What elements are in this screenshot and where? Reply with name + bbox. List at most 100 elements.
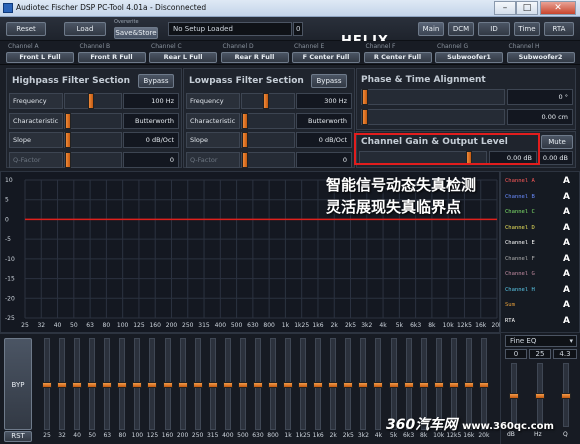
highpass-row-slider[interactable] bbox=[64, 151, 122, 168]
highpass-row-slider-thumb[interactable] bbox=[88, 93, 94, 109]
eq-band-slider[interactable] bbox=[192, 338, 203, 430]
eq-band-slider[interactable] bbox=[57, 338, 68, 430]
eq-band-thumb[interactable] bbox=[328, 382, 339, 388]
visibility-toggle-icon[interactable]: A bbox=[563, 207, 570, 217]
eq-band-thumb[interactable] bbox=[147, 382, 158, 388]
eq-band-thumb[interactable] bbox=[222, 382, 233, 388]
eq-band-thumb[interactable] bbox=[448, 382, 459, 388]
eq-band-slider[interactable] bbox=[132, 338, 143, 430]
eq-band-slider[interactable] bbox=[222, 338, 233, 430]
eq-bypass-button[interactable]: BYP bbox=[4, 338, 32, 430]
lowpass-row-slider[interactable] bbox=[241, 132, 295, 148]
channel-select-button[interactable]: Subwoofer2 bbox=[506, 52, 575, 63]
eq-band-slider[interactable] bbox=[147, 338, 158, 430]
legend-item-label[interactable]: Channel H bbox=[505, 287, 535, 293]
highpass-row-slider[interactable] bbox=[64, 112, 122, 129]
eq-band-slider[interactable] bbox=[72, 338, 83, 430]
eq-band-thumb[interactable] bbox=[192, 382, 203, 388]
highpass-bypass-button[interactable]: Bypass bbox=[138, 74, 174, 88]
legend-item-label[interactable]: Channel B bbox=[505, 194, 535, 200]
eq-band-slider[interactable] bbox=[313, 338, 324, 430]
eq-band-slider[interactable] bbox=[283, 338, 294, 430]
lowpass-row-slider-thumb[interactable] bbox=[263, 93, 269, 109]
channel-select-button[interactable]: Front L Full bbox=[6, 52, 74, 63]
eq-hz-thumb[interactable] bbox=[535, 393, 545, 399]
lowpass-bypass-button[interactable]: Bypass bbox=[311, 74, 347, 88]
eq-band-thumb[interactable] bbox=[117, 382, 128, 388]
channel-select-button[interactable]: Rear R Full bbox=[220, 52, 289, 63]
eq-band-slider[interactable] bbox=[162, 338, 173, 430]
channel-select-button[interactable]: Rear L Full bbox=[149, 52, 217, 63]
visibility-toggle-icon[interactable]: A bbox=[563, 223, 570, 233]
highpass-row-slider-thumb[interactable] bbox=[65, 132, 71, 148]
lowpass-row-slider-thumb[interactable] bbox=[242, 132, 248, 148]
eq-band-thumb[interactable] bbox=[403, 382, 414, 388]
time-value[interactable]: 0.00 cm bbox=[507, 109, 573, 125]
eq-q-slider[interactable] bbox=[561, 363, 571, 427]
legend-item-label[interactable]: Channel C bbox=[505, 209, 535, 215]
channel-select-button[interactable]: Subwoofer1 bbox=[435, 52, 503, 63]
eq-db-thumb[interactable] bbox=[509, 393, 519, 399]
visibility-toggle-icon[interactable]: A bbox=[563, 254, 570, 264]
eq-band-thumb[interactable] bbox=[418, 382, 429, 388]
channel-select-button[interactable]: F Center Full bbox=[292, 52, 360, 63]
eq-band-thumb[interactable] bbox=[478, 382, 489, 388]
visibility-toggle-icon[interactable]: A bbox=[563, 238, 570, 248]
eq-band-thumb[interactable] bbox=[343, 382, 354, 388]
eq-reset-button[interactable]: RST bbox=[4, 431, 32, 442]
reset-button[interactable]: Reset bbox=[6, 22, 46, 36]
lowpass-row-value[interactable]: 0 bbox=[296, 151, 352, 168]
eq-band-slider[interactable] bbox=[237, 338, 248, 430]
eq-band-thumb[interactable] bbox=[268, 382, 278, 388]
save-store-button[interactable]: Save&Store bbox=[114, 27, 158, 39]
eq-band-thumb[interactable] bbox=[463, 382, 474, 388]
legend-item-label[interactable]: Channel A bbox=[505, 178, 535, 184]
lowpass-row-slider[interactable] bbox=[241, 151, 295, 168]
legend-item-label[interactable]: Sum bbox=[505, 302, 515, 308]
minimize-button[interactable]: – bbox=[494, 1, 516, 15]
legend-item-label[interactable]: Channel F bbox=[505, 256, 535, 262]
eq-band-thumb[interactable] bbox=[207, 382, 218, 388]
eq-band-slider[interactable] bbox=[328, 338, 339, 430]
visibility-toggle-icon[interactable]: A bbox=[563, 285, 570, 295]
eq-q-thumb[interactable] bbox=[561, 393, 571, 399]
eq-band-slider[interactable] bbox=[177, 338, 188, 430]
lowpass-row-value[interactable]: 0 dB/Oct bbox=[296, 132, 352, 148]
eq-band-slider[interactable] bbox=[268, 338, 278, 430]
legend-item-label[interactable]: RTA bbox=[505, 318, 515, 324]
eq-band-slider[interactable] bbox=[102, 338, 113, 430]
nav-id-button[interactable]: ID bbox=[478, 22, 510, 36]
eq-band-thumb[interactable] bbox=[283, 382, 294, 388]
eq-band-thumb[interactable] bbox=[132, 382, 143, 388]
time-slider-thumb[interactable] bbox=[362, 109, 368, 125]
eq-band-slider[interactable] bbox=[87, 338, 98, 430]
eq-band-thumb[interactable] bbox=[72, 382, 83, 388]
eq-band-slider[interactable] bbox=[42, 338, 52, 430]
close-button[interactable]: ✕ bbox=[540, 1, 576, 15]
lowpass-row-slider[interactable] bbox=[241, 112, 295, 129]
setup-name-field[interactable]: No Setup Loaded bbox=[168, 22, 292, 36]
highpass-row-slider[interactable] bbox=[64, 93, 122, 109]
lowpass-row-slider-thumb[interactable] bbox=[242, 151, 248, 168]
highpass-row-value[interactable]: 0 bbox=[123, 151, 179, 168]
highpass-row-slider-thumb[interactable] bbox=[65, 112, 71, 129]
highpass-row-value[interactable]: 100 Hz bbox=[123, 93, 179, 109]
eq-band-thumb[interactable] bbox=[313, 382, 324, 388]
eq-band-thumb[interactable] bbox=[433, 382, 444, 388]
eq-band-slider[interactable] bbox=[373, 338, 384, 430]
nav-time-button[interactable]: Time bbox=[514, 22, 540, 36]
visibility-toggle-icon[interactable]: A bbox=[563, 300, 570, 310]
highpass-row-value[interactable]: Butterworth bbox=[123, 112, 179, 129]
nav-main-button[interactable]: Main bbox=[418, 22, 444, 36]
eq-band-thumb[interactable] bbox=[237, 382, 248, 388]
eq-band-thumb[interactable] bbox=[252, 382, 263, 388]
eq-band-thumb[interactable] bbox=[373, 382, 384, 388]
eq-band-thumb[interactable] bbox=[298, 382, 309, 388]
maximize-button[interactable]: □ bbox=[516, 1, 538, 15]
legend-item-label[interactable]: Channel G bbox=[505, 271, 535, 277]
eq-band-thumb[interactable] bbox=[42, 382, 52, 388]
eq-band-slider[interactable] bbox=[207, 338, 218, 430]
eq-band-thumb[interactable] bbox=[102, 382, 113, 388]
load-button[interactable]: Load bbox=[64, 22, 106, 36]
eq-db-field[interactable]: 0 bbox=[505, 349, 527, 359]
